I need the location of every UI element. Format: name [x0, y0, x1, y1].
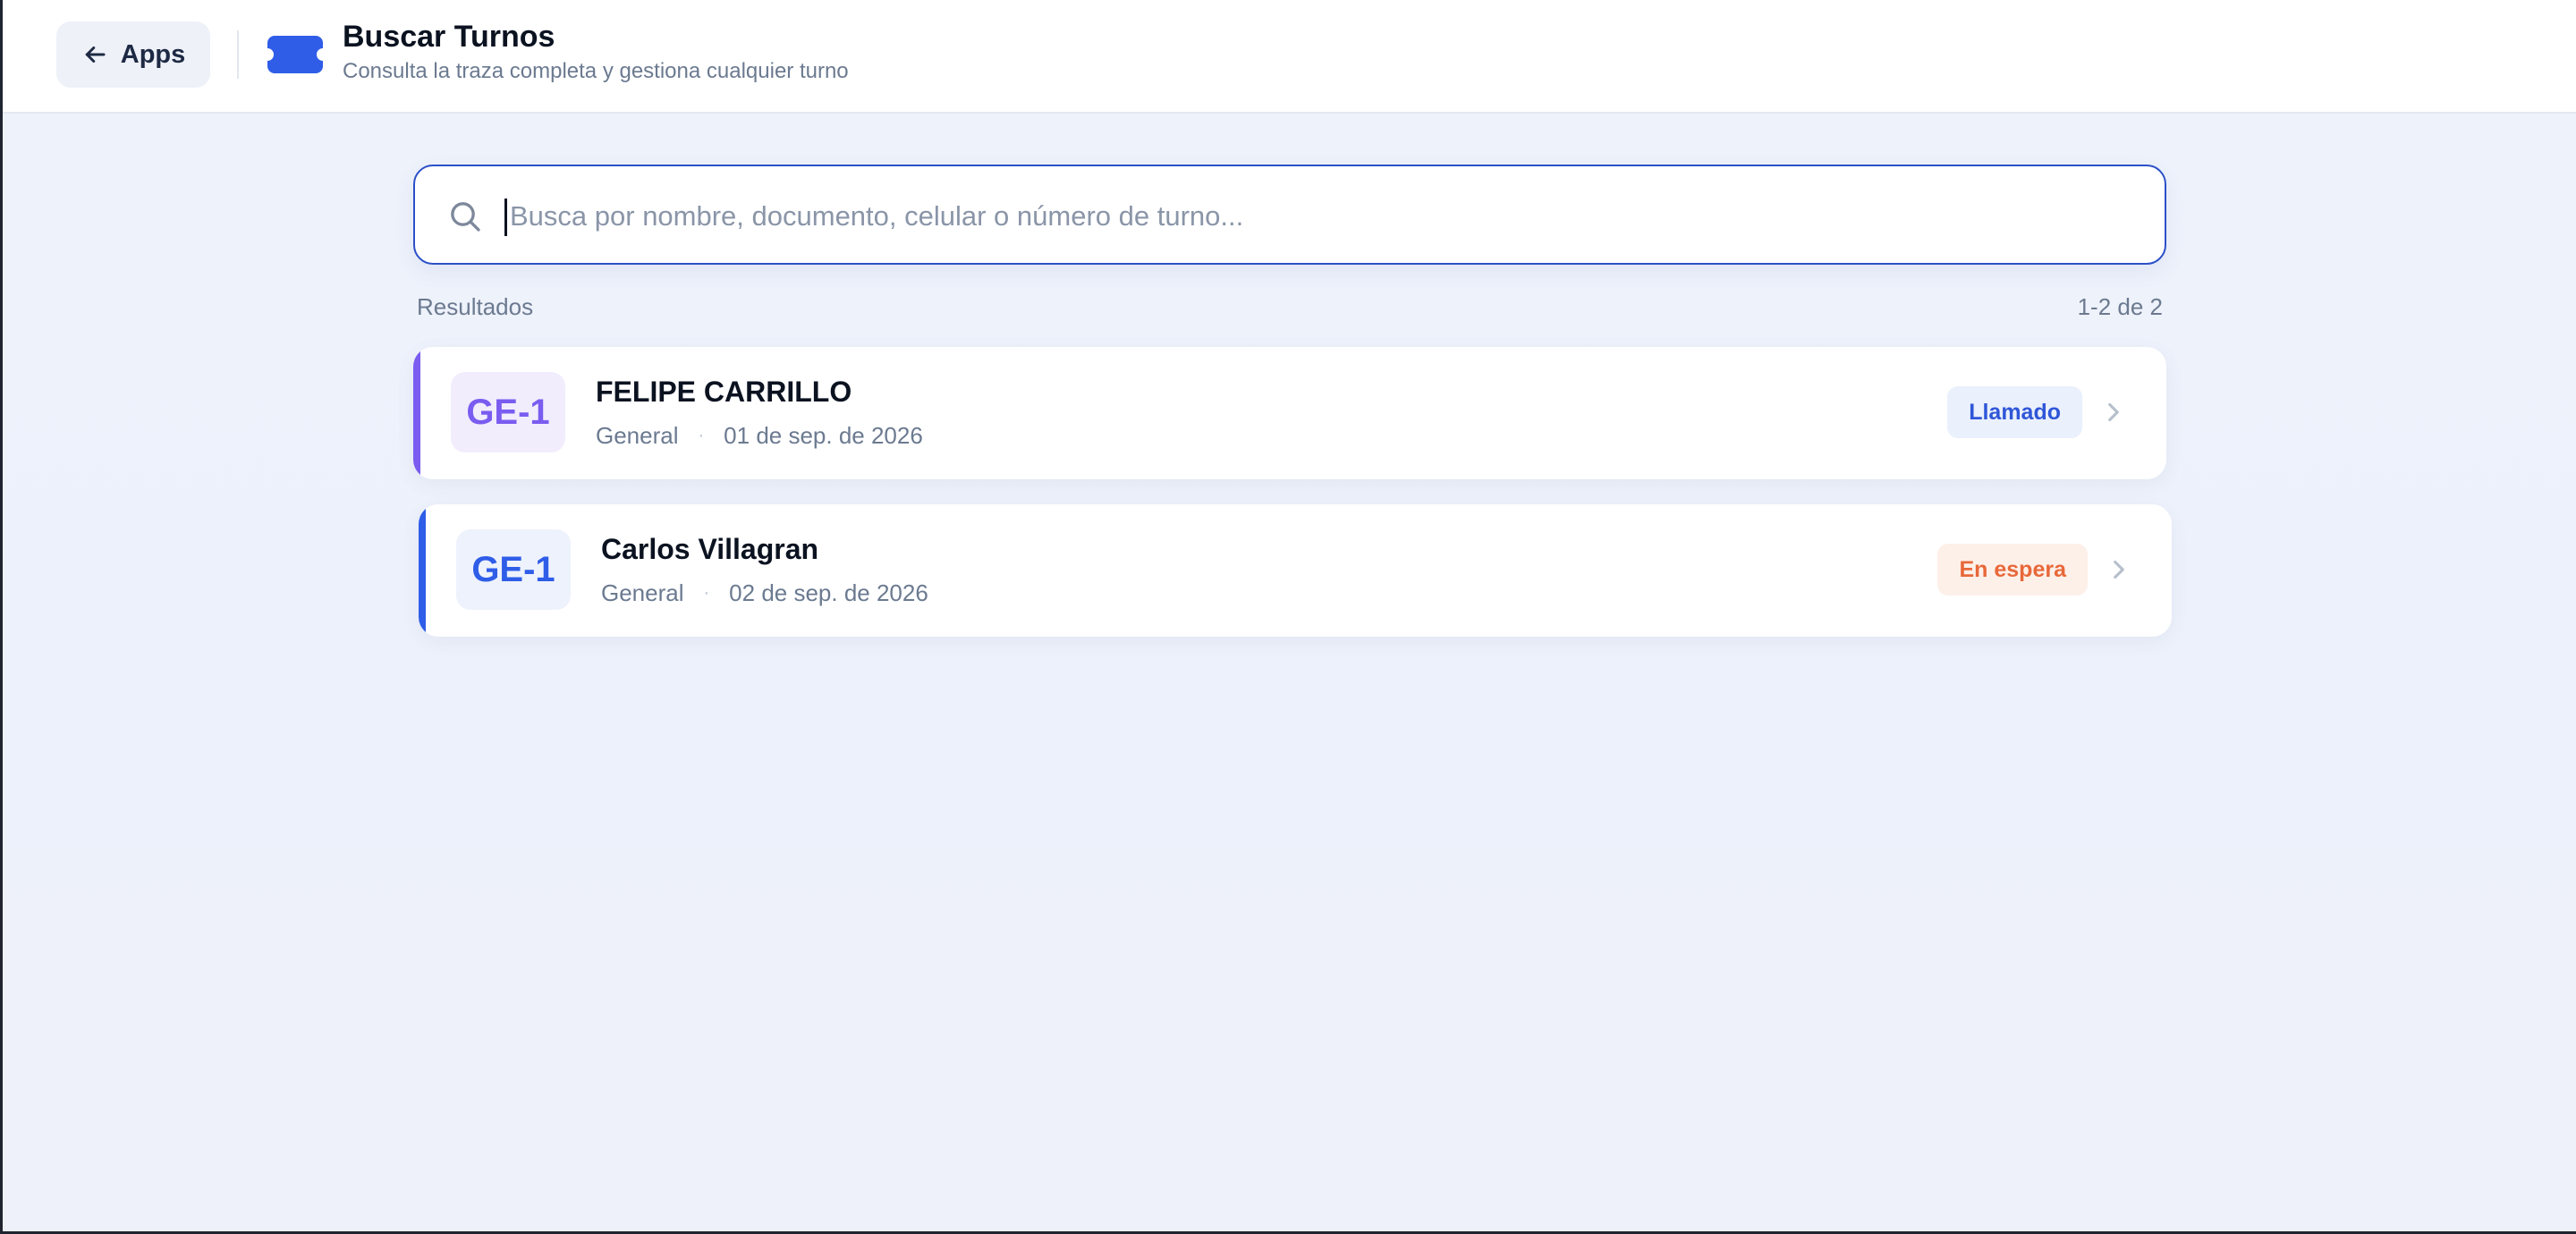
- turn-code: GE-1: [456, 529, 571, 610]
- page-header: Apps Buscar Turnos Consulta la traza com…: [3, 0, 2576, 114]
- turn-card-carlos-villagran[interactable]: GE-1 Carlos Villagran General · 02 de se…: [419, 504, 2172, 637]
- search-box[interactable]: [413, 165, 2166, 265]
- turn-date: 02 de sep. de 2026: [729, 579, 928, 606]
- status-badge: Llamado: [1947, 386, 2082, 438]
- service-name: General: [601, 579, 684, 606]
- chevron-right-icon: [2108, 402, 2119, 422]
- arrow-left-icon: [85, 46, 106, 63]
- search-input[interactable]: [504, 184, 2132, 249]
- ticket-icon: [267, 36, 323, 73]
- results-label: Resultados: [417, 293, 534, 320]
- page-subtitle: Consulta la traza completa y gestiona cu…: [343, 59, 849, 83]
- turn-meta: General · 01 de sep. de 2026: [596, 422, 923, 450]
- results-count: 1-2 de 2: [2077, 293, 2163, 320]
- window-frame-left: [0, 0, 3, 1234]
- search-icon: [451, 202, 480, 232]
- header-divider: [237, 30, 239, 79]
- page-title: Buscar Turnos: [343, 20, 555, 54]
- turn-date: 01 de sep. de 2026: [724, 422, 923, 449]
- turn-meta: General · 02 de sep. de 2026: [601, 579, 928, 607]
- status-badge: En espera: [1937, 544, 2088, 596]
- turn-card-felipe-carrillo[interactable]: GE-1 FELIPE CARRILLO General · 01 de sep…: [413, 347, 2166, 479]
- meta-separator-dot: ·: [703, 583, 710, 603]
- back-button-label: Apps: [120, 39, 186, 69]
- meta-separator-dot: ·: [698, 426, 705, 445]
- turn-code: GE-1: [451, 372, 565, 452]
- service-name: General: [596, 422, 679, 449]
- card-accent-bar: [413, 347, 420, 479]
- card-accent-bar: [419, 504, 426, 637]
- client-name: FELIPE CARRILLO: [596, 376, 852, 408]
- chevron-right-icon: [2114, 560, 2124, 579]
- back-to-apps-button[interactable]: Apps: [56, 21, 210, 88]
- client-name: Carlos Villagran: [601, 533, 819, 565]
